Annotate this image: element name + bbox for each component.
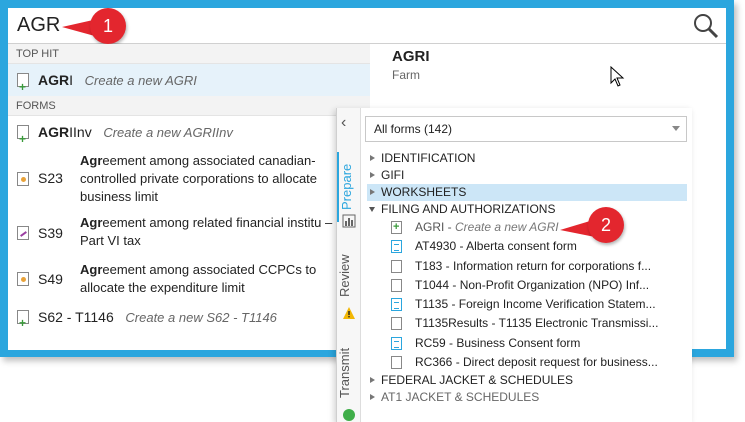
result-top-hit[interactable]: AGRI Create a new AGRI [8,64,370,103]
collapse-arrow-icon[interactable] [369,207,375,212]
tab-transmit[interactable]: Transmit [337,338,361,408]
expand-arrow-icon[interactable] [370,189,375,195]
new-form-icon [391,218,402,237]
form-icon [391,317,402,331]
result-row[interactable]: AGRIInv Create a new AGRIInv [8,116,370,155]
tree-node[interactable]: GIFI [367,167,687,184]
section-header-forms: FORMS [8,96,370,116]
code-rest: I [69,72,74,88]
filter-value: All forms (142) [374,122,453,136]
chevron-down-icon [672,126,680,131]
warning-icon [343,307,355,319]
new-form-icon [17,308,29,338]
form-icon [391,259,402,273]
tree-child-item[interactable]: T1135Results - T1135 Electronic Transmis… [367,314,687,333]
callout-badge-2: 2 [588,207,624,243]
tree-child-item[interactable]: T183 - Information return for corporatio… [367,257,687,276]
forms-filter-dropdown[interactable]: All forms (142) [365,116,687,142]
expand-arrow-icon[interactable] [370,155,375,161]
search-icon[interactable] [692,12,720,40]
form-icon [391,278,402,292]
form-icon [17,172,29,186]
create-hint: Create a new AGRI [84,73,197,88]
expand-arrow-icon[interactable] [370,394,375,401]
form-icon [391,298,402,312]
section-header-top-hit: TOP HIT [8,44,370,64]
form-icon [391,240,402,254]
search-results-list: TOP HIT AGRI Create a new AGRI FORMS AGR… [8,44,370,350]
form-code: S62 - T1146 [38,309,114,325]
tree-node[interactable]: FEDERAL JACKET & SCHEDULES [367,372,687,389]
code-rest: IInv [69,124,92,140]
result-row[interactable]: S49 Agreement among associated CCPCs to … [8,258,370,302]
detail-subtitle: Farm [392,68,420,82]
tree-node[interactable]: IDENTIFICATION [367,150,687,167]
form-icon [391,356,402,370]
form-code: S39 [38,225,63,241]
form-code: S23 [38,170,63,186]
result-row[interactable]: S62 - T1146 Create a new S62 - T1146 [8,302,370,338]
search-input[interactable]: AGR [17,14,60,37]
detail-title: AGRI [392,48,430,65]
chart-icon [342,214,356,228]
collapse-chevron-icon[interactable]: ‹ [341,114,346,132]
result-row[interactable]: S39 Agreement among related financial in… [8,208,370,258]
new-form-icon [17,123,29,155]
tab-review[interactable]: Review [337,246,361,306]
form-icon [391,336,402,350]
expand-arrow-icon[interactable] [370,377,375,384]
tree-child-item[interactable]: T1044 - Non-Profit Organization (NPO) In… [367,276,687,295]
expand-arrow-icon[interactable] [370,172,375,178]
tree-child-item[interactable]: AGRI - Create a new AGRI [367,218,687,237]
tab-prepare[interactable]: Prepare [337,152,361,222]
match-text: AGR [38,124,70,140]
form-description: Agreement among associated canadian-cont… [80,153,318,204]
tree-node-selected[interactable]: WORKSHEETS [367,184,687,201]
form-description: Agreement among related financial instit… [80,215,333,248]
tree-child-item[interactable]: T1135 - Foreign Income Verification Stat… [367,295,687,314]
forms-tree: IDENTIFICATION GIFI WORKSHEETS FILING AN… [367,150,687,406]
detail-panel: AGRI Farm [370,44,726,114]
match-text: AGR [38,72,70,88]
tree-child-item[interactable]: AT4930 - Alberta consent form [367,237,687,256]
form-description: Agreement among associated CCPCs to allo… [80,262,317,295]
vertical-tab-strip: ‹ Prepare Review Transmit [337,108,361,422]
tree-node[interactable]: AT1 JACKET & SCHEDULES [367,389,687,406]
tree-node[interactable]: FILING AND AUTHORIZATIONS [367,201,687,218]
callout-badge-1: 1 [90,8,126,44]
transmit-status-icon [343,409,355,421]
form-icon [17,272,29,286]
mouse-cursor-icon [610,66,625,87]
result-row[interactable]: S23 Agreement among associated canadian-… [8,148,370,208]
form-code: S49 [38,271,63,287]
tree-child-item[interactable]: RC59 - Business Consent form [367,334,687,353]
create-hint: Create a new S62 - T1146 [125,310,277,325]
form-icon [17,226,29,240]
new-form-icon [17,71,29,103]
create-hint: Create a new AGRIInv [103,125,233,140]
tree-child-item[interactable]: RC366 - Direct deposit request for busin… [367,353,687,372]
forms-panel: ‹ Prepare Review Transmit All forms (142… [336,108,692,422]
